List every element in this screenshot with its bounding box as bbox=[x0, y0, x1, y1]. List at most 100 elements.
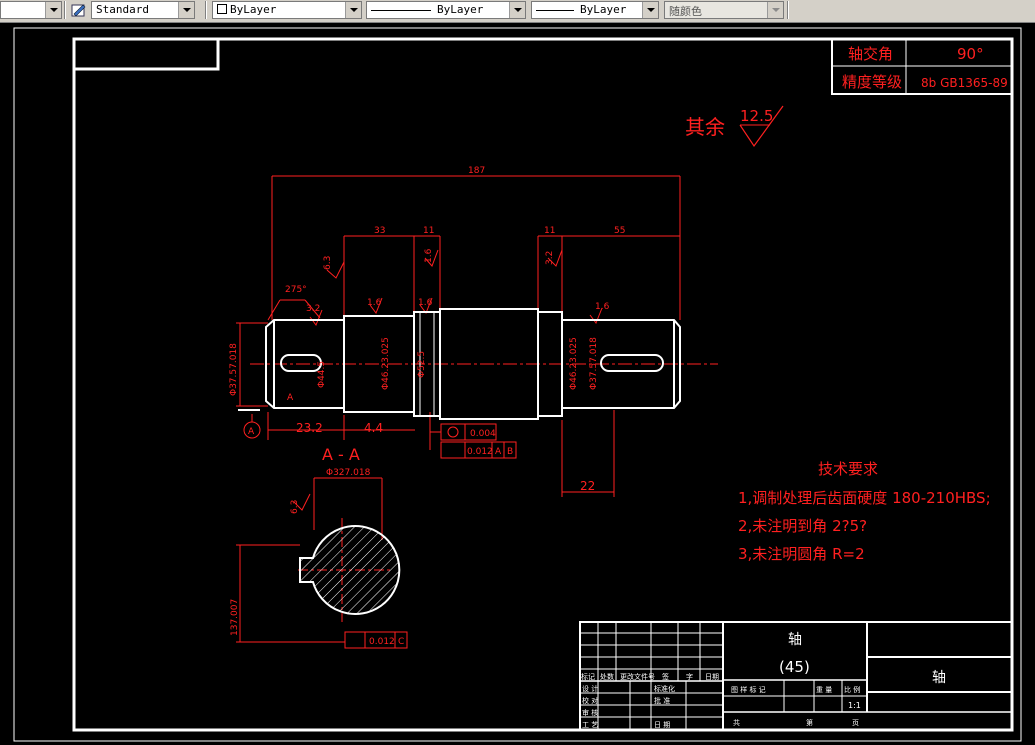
datum-a: A bbox=[495, 447, 502, 457]
note-3: 3,未注明圆角 R=2 bbox=[738, 545, 865, 563]
roughness-32a: 3.2 bbox=[306, 304, 320, 314]
dia-2: Φ44.5 bbox=[317, 361, 327, 388]
tb-char: 字 bbox=[686, 672, 693, 681]
tb-craft: 工 艺 bbox=[582, 721, 598, 729]
title-block: 轴 (45) 轴 标记 处数 更改文件号 签 字 日期 设 计 校 对 审 核 … bbox=[579, 621, 1013, 731]
tb-file: 更改文件号 bbox=[620, 672, 655, 681]
sec-datum: C bbox=[398, 637, 404, 647]
roughness-16b: 1.6 bbox=[418, 298, 433, 308]
dim-33: 33 bbox=[374, 226, 385, 236]
param-label-1: 轴交角 bbox=[848, 45, 893, 63]
roughness-63b: 6.3 bbox=[290, 500, 300, 514]
roughness-16d: 1.6 bbox=[595, 302, 610, 312]
tb-count: 处数 bbox=[600, 672, 614, 681]
roughness-16c: 1.6 bbox=[424, 248, 434, 263]
sec-h: 137.007 bbox=[230, 599, 240, 636]
section-title: A - A bbox=[322, 445, 360, 464]
tb-check: 校 对 bbox=[582, 696, 598, 705]
tb-approve: 批 准 bbox=[654, 696, 670, 705]
note-2: 2,未注明到角 2?5? bbox=[738, 517, 867, 535]
toolbar-separator bbox=[64, 1, 66, 19]
dropdown-arrow-icon[interactable] bbox=[509, 2, 525, 18]
linetype-select[interactable]: ByLayer bbox=[366, 1, 526, 19]
dia-6: Φ37.57.018 bbox=[589, 337, 599, 390]
dim-angle: 275° bbox=[285, 285, 307, 295]
tb-scale: 1:1 bbox=[848, 701, 861, 710]
parameter-table: 轴交角 90° 精度等级 8b GB1365-89 bbox=[831, 38, 1013, 95]
dim-55: 55 bbox=[614, 226, 625, 236]
dropdown-arrow-icon[interactable] bbox=[345, 2, 361, 18]
toolbar-separator bbox=[205, 1, 207, 19]
section-view bbox=[299, 525, 401, 615]
tb-designer: 设 计 bbox=[582, 684, 598, 693]
roughness-63a: 6.3 bbox=[323, 256, 333, 270]
plotstyle-value: 随颜色 bbox=[669, 5, 702, 18]
linetype-value: ByLayer bbox=[437, 3, 484, 16]
datum-b: B bbox=[507, 447, 513, 457]
dim-11a: 11 bbox=[423, 226, 434, 236]
left-combo-stub[interactable] bbox=[0, 1, 62, 19]
drawing-frame bbox=[13, 27, 1022, 742]
tb-weight: 重 量 bbox=[816, 686, 832, 694]
roughness-16a: 1.6 bbox=[367, 298, 382, 308]
dia-1: Φ37.57.018 bbox=[229, 343, 239, 396]
dropdown-arrow-icon[interactable] bbox=[45, 2, 61, 18]
title-part-name: 轴 bbox=[788, 632, 802, 648]
notes-title: 技术要求 bbox=[818, 460, 878, 478]
title-drawing-name: 轴 bbox=[932, 670, 946, 686]
dropdown-arrow-icon[interactable] bbox=[178, 2, 194, 18]
param-value-1: 90° bbox=[957, 45, 984, 63]
tb-date: 日期 bbox=[705, 673, 719, 681]
section-label-a: A bbox=[287, 393, 294, 403]
tol-2: 0.012 bbox=[467, 447, 493, 457]
technical-notes: 技术要求 1,调制处理后齿面硬度 180-210HBS; 2,未注明到角 2?5… bbox=[738, 460, 991, 563]
note-1: 1,调制处理后齿面硬度 180-210HBS; bbox=[738, 489, 991, 507]
text-style-value: Standard bbox=[96, 3, 149, 16]
dimension-texts: 187 33 11 11 55 275° 6.3 3.2 1.6 1.6 1.6… bbox=[229, 166, 625, 647]
properties-toolbar: Standard ByLayer ByLayer ByLayer 随颜色 bbox=[0, 0, 1035, 23]
lineweight-value: ByLayer bbox=[580, 3, 627, 16]
tb-stage: 图 样 标 记 bbox=[731, 685, 766, 694]
tb-page: 页 bbox=[852, 719, 859, 727]
linetype-sample-icon bbox=[371, 9, 431, 11]
tb-date2: 日 期 bbox=[654, 721, 670, 729]
text-style-icon[interactable] bbox=[68, 1, 90, 19]
toolbar-separator bbox=[787, 1, 789, 19]
tb-review: 审 核 bbox=[582, 708, 598, 717]
roughness-others: 其余 12.5 bbox=[685, 105, 784, 148]
dim-22: 22 bbox=[580, 479, 595, 493]
roughness-value: 12.5 bbox=[740, 107, 773, 125]
title-material: (45) bbox=[779, 658, 810, 676]
dim-11b: 11 bbox=[544, 226, 555, 236]
layer-color-select[interactable]: ByLayer bbox=[212, 1, 362, 19]
param-label-2: 精度等级 bbox=[842, 73, 902, 91]
lineweight-sample-icon bbox=[536, 9, 574, 11]
dropdown-arrow-icon bbox=[767, 2, 783, 18]
sec-tol: 0.012 bbox=[369, 637, 395, 647]
sec-dia: Φ327.018 bbox=[326, 468, 371, 478]
text-style-select[interactable]: Standard bbox=[91, 1, 195, 19]
drawing-canvas[interactable]: 轴交角 90° 精度等级 8b GB1365-89 其余 12.5 187 33… bbox=[0, 22, 1035, 745]
dia-4: Φ52.5 bbox=[417, 351, 427, 378]
section-circle-a: A bbox=[248, 427, 255, 437]
dim-44: 4.4 bbox=[364, 421, 383, 435]
color-swatch-icon bbox=[217, 4, 227, 14]
dim-23: 23.2 bbox=[296, 421, 323, 435]
dia-3: Φ46.23.025 bbox=[381, 337, 391, 390]
dropdown-arrow-icon[interactable] bbox=[642, 2, 658, 18]
dim-overall: 187 bbox=[468, 166, 485, 176]
dia-5: Φ46.23.025 bbox=[569, 337, 579, 390]
tb-sign: 签 bbox=[662, 672, 669, 681]
roughness-32b: 3.2 bbox=[545, 251, 555, 265]
inner-border bbox=[72, 37, 1014, 732]
tb-sheet: 共 bbox=[733, 718, 740, 727]
roughness-prefix: 其余 bbox=[685, 115, 725, 139]
outer-border bbox=[13, 27, 1022, 742]
color-value: ByLayer bbox=[230, 3, 277, 16]
lineweight-select[interactable]: ByLayer bbox=[531, 1, 659, 19]
param-value-2: 8b GB1365-89 bbox=[921, 76, 1008, 90]
tb-of: 第 bbox=[806, 718, 813, 727]
code-box bbox=[72, 37, 220, 71]
tb-std: 标准化 bbox=[654, 684, 675, 693]
tb-scale-label: 比 例 bbox=[844, 685, 860, 694]
